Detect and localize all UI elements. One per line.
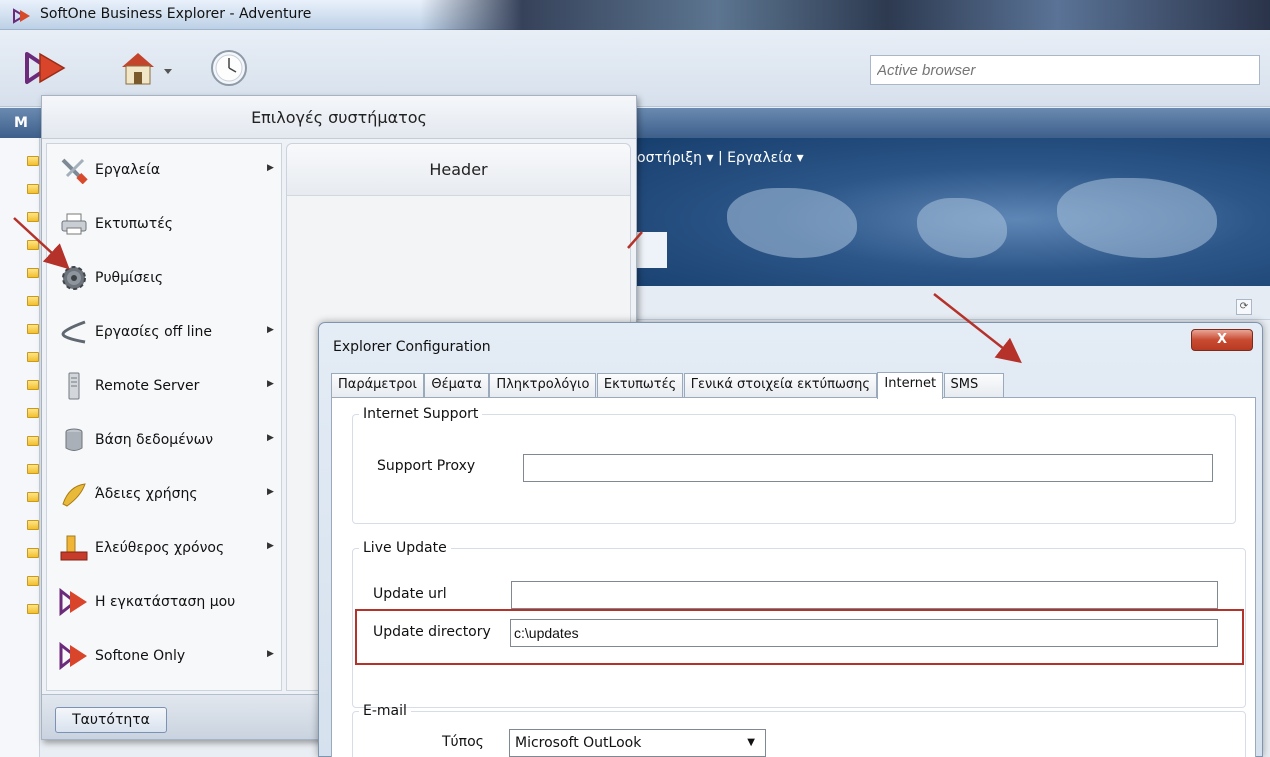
gear-icon — [62, 266, 86, 290]
internet-support-legend: Internet Support — [363, 406, 479, 422]
folder-icon[interactable] — [27, 296, 39, 306]
folder-icon[interactable] — [27, 268, 39, 278]
folder-icon[interactable] — [27, 408, 39, 418]
update-directory-label: Update directory — [373, 624, 491, 640]
explorer-configuration-dialog: Explorer Configuration X Παράμετροι Θέμα… — [318, 322, 1263, 757]
refresh-icon[interactable]: ⟳ — [1236, 299, 1252, 315]
dialog-title: Explorer Configuration — [333, 339, 491, 355]
menu-item-label: Softone Only — [95, 648, 186, 664]
tab-internet[interactable]: Internet — [877, 372, 944, 399]
email-type-value: Microsoft OutLook — [515, 735, 642, 751]
update-url-input[interactable] — [511, 581, 1218, 609]
support-proxy-label: Support Proxy — [377, 458, 476, 474]
license-icon — [62, 483, 86, 507]
home-icon[interactable] — [118, 47, 174, 87]
email-type-select[interactable]: Microsoft OutLook ▼ — [509, 729, 766, 757]
title-bar-backdrop — [420, 0, 1270, 30]
identity-button[interactable]: Ταυτότητα — [55, 707, 167, 733]
folder-icon[interactable] — [27, 184, 39, 194]
menu-item-printers[interactable]: Εκτυπωτές — [47, 198, 281, 252]
folder-icon[interactable] — [27, 240, 39, 250]
tab-printers[interactable]: Εκτυπωτές — [596, 373, 684, 398]
submenu-header: Header — [287, 144, 630, 196]
menu-item-remote-server[interactable]: Remote Server ▶ — [47, 360, 281, 414]
softone-menu-button[interactable] — [24, 51, 68, 85]
background-panel-bar — [637, 286, 1270, 320]
database-icon — [65, 428, 83, 451]
menu-item-offline-jobs[interactable]: Εργασίες off line ▶ — [47, 306, 281, 360]
freetime-icon — [60, 535, 88, 561]
active-browser-input[interactable] — [870, 55, 1260, 85]
folder-icon[interactable] — [27, 156, 39, 166]
softone-logo-icon — [13, 8, 30, 24]
email-legend: E-mail — [363, 703, 407, 719]
menu-item-label: Άδειες χρήσης — [95, 486, 198, 502]
softone-logo-icon — [59, 588, 87, 616]
close-icon: X — [1216, 332, 1228, 347]
menu-item-label: Remote Server — [95, 378, 200, 394]
folder-icon[interactable] — [27, 464, 39, 474]
tab-sms[interactable]: SMS — [943, 373, 1004, 398]
tab-keyboard[interactable]: Πληκτρολόγιο — [489, 373, 597, 398]
menu-item-label: Εργασίες off line — [95, 324, 213, 340]
menu-item-label: Ρυθμίσεις — [95, 270, 164, 286]
chevron-down-icon: ▼ — [747, 737, 755, 748]
folder-icon[interactable] — [27, 604, 39, 614]
background-folder-tree — [0, 138, 40, 757]
internet-tab-panel: Internet Support Support Proxy Live Upda… — [331, 397, 1256, 757]
tab-parameters[interactable]: Παράμετροι — [331, 373, 424, 398]
folder-icon[interactable] — [27, 520, 39, 530]
printer-icon — [61, 213, 87, 235]
menu-item-label: Η εγκατάσταση μου — [95, 594, 236, 610]
background-strip-letter: M — [14, 115, 28, 131]
folder-icon[interactable] — [27, 380, 39, 390]
menu-item-tools[interactable]: Εργαλεία ▶ — [47, 144, 281, 198]
submenu-arrow-icon: ▶ — [267, 433, 274, 443]
update-directory-input[interactable] — [510, 619, 1218, 647]
menu-item-softone-only[interactable]: Softone Only ▶ — [47, 630, 281, 684]
close-button[interactable]: X — [1191, 329, 1253, 351]
folder-icon[interactable] — [27, 576, 39, 586]
folder-icon[interactable] — [27, 212, 39, 222]
submenu-arrow-icon: ▶ — [267, 487, 274, 497]
folder-icon[interactable] — [27, 548, 39, 558]
window-title-bar: SoftOne Business Explorer - Adventure — [0, 0, 1270, 30]
server-icon — [68, 372, 80, 400]
tools-icon — [61, 158, 88, 184]
support-proxy-input[interactable] — [523, 454, 1213, 482]
menu-item-my-installation[interactable]: Η εγκατάσταση μου — [47, 576, 281, 630]
folder-icon[interactable] — [27, 352, 39, 362]
menu-item-label: Εκτυπωτές — [95, 216, 173, 232]
menu-item-licenses[interactable]: Άδειες χρήσης ▶ — [47, 468, 281, 522]
clock-icon[interactable] — [210, 49, 248, 87]
dialog-tab-strip: Παράμετροι Θέματα Πληκτρολόγιο Εκτυπωτές… — [331, 371, 1004, 399]
tab-general-print-settings[interactable]: Γενικά στοιχεία εκτύπωσης — [683, 373, 877, 398]
menu-item-settings[interactable]: Ρυθμίσεις — [47, 252, 281, 306]
folder-icon[interactable] — [27, 436, 39, 446]
submenu-arrow-icon: ▶ — [267, 325, 274, 335]
system-options-title: Επιλογές συστήματος — [42, 96, 636, 139]
email-group: E-mail — [352, 703, 1246, 757]
offline-icon — [61, 320, 86, 344]
submenu-arrow-icon: ▶ — [267, 163, 274, 173]
menu-item-label: Εργαλεία — [95, 162, 161, 178]
menu-item-label: Ελεύθερος χρόνος — [95, 540, 225, 556]
email-type-label: Τύπος — [442, 734, 484, 750]
menu-item-label: Βάση δεδομένων — [95, 432, 214, 448]
submenu-arrow-icon: ▶ — [267, 649, 274, 659]
tab-themes[interactable]: Θέματα — [424, 373, 489, 398]
softone-logo-icon — [59, 642, 87, 670]
folder-icon[interactable] — [27, 492, 39, 502]
background-highlight-panel — [637, 232, 667, 268]
submenu-arrow-icon: ▶ — [267, 379, 274, 389]
system-options-list: Εργαλεία ▶ Εκτυπωτές Ρυθμίσεις Εργασίες … — [46, 143, 282, 691]
live-update-legend: Live Update — [363, 540, 447, 556]
window-title: SoftOne Business Explorer - Adventure — [40, 6, 312, 22]
update-url-label: Update url — [373, 586, 447, 602]
submenu-arrow-icon: ▶ — [267, 541, 274, 551]
menu-item-free-time[interactable]: Ελεύθερος χρόνος ▶ — [47, 522, 281, 576]
menu-item-database[interactable]: Βάση δεδομένων ▶ — [47, 414, 281, 468]
background-menu-bar[interactable]: οστήριξη ▾ | Εργαλεία ▾ — [637, 150, 804, 166]
folder-icon[interactable] — [27, 324, 39, 334]
